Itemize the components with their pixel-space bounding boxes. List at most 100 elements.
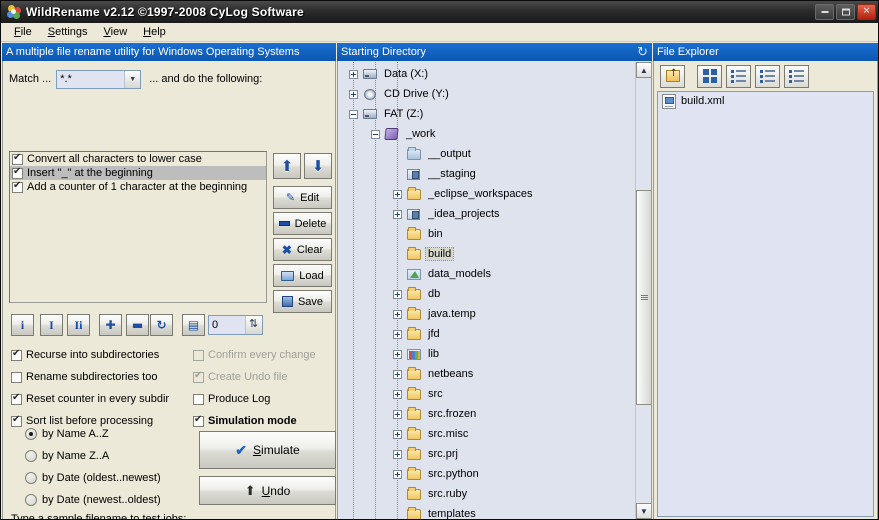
option-row[interactable]: Recurse into subdirectories <box>11 348 159 362</box>
option-checkbox[interactable] <box>193 394 204 405</box>
sort-radio[interactable] <box>25 428 37 440</box>
simulate-button[interactable]: ✔ Simulate <box>199 431 336 469</box>
tree-node[interactable]: build <box>393 244 453 264</box>
rule-row[interactable]: Add a counter of 1 character at the begi… <box>10 180 266 194</box>
expand-icon[interactable] <box>393 350 402 359</box>
rule-checkbox[interactable] <box>12 154 23 165</box>
rules-list[interactable]: Convert all characters to lower caseInse… <box>9 151 267 303</box>
rule-checkbox[interactable] <box>12 182 23 193</box>
expand-icon[interactable] <box>393 190 402 199</box>
tree-node[interactable]: src.ruby <box>393 484 469 504</box>
tree-node[interactable]: lib <box>393 344 441 364</box>
maximize-button[interactable] <box>836 4 855 20</box>
option-checkbox[interactable] <box>11 372 22 383</box>
stepper-arrows-icon[interactable] <box>245 316 262 334</box>
tree-node[interactable]: src.python <box>393 464 481 484</box>
close-button[interactable]: ✕ <box>857 4 876 20</box>
collapse-icon[interactable] <box>349 110 358 119</box>
sort-radio[interactable] <box>25 450 37 462</box>
tree-node[interactable]: __output <box>393 144 473 164</box>
tool-mixedcase-button[interactable]: Ii <box>67 314 90 336</box>
move-rule-down-button[interactable]: ⬇ <box>304 153 332 179</box>
tree-node[interactable]: CD Drive (Y:) <box>349 84 451 104</box>
option-row[interactable]: Produce Log <box>193 392 270 406</box>
tree-node[interactable]: _idea_projects <box>393 204 502 224</box>
tool-list-button[interactable]: ▤ <box>182 314 205 336</box>
tree-node[interactable]: netbeans <box>393 364 475 384</box>
match-combo[interactable]: *.* ▼ <box>56 70 141 89</box>
scroll-thumb[interactable] <box>636 190 652 405</box>
sort-option[interactable]: by Date (oldest..newest) <box>25 470 161 485</box>
menu-item-help[interactable]: Help <box>135 24 174 40</box>
tree-node[interactable]: __staging <box>393 164 478 184</box>
undo-button[interactable]: ⬆ Undo <box>199 476 336 505</box>
scroll-down-button[interactable]: ▼ <box>636 503 652 519</box>
view-list-button[interactable] <box>755 65 780 88</box>
scroll-up-button[interactable]: ▲ <box>636 62 652 78</box>
expand-icon[interactable] <box>349 90 358 99</box>
tree-node[interactable]: templates <box>393 504 478 519</box>
edit-button[interactable]: ✎ Edit <box>273 186 332 209</box>
expand-icon[interactable] <box>393 310 402 319</box>
expand-icon[interactable] <box>393 450 402 459</box>
menu-item-file[interactable]: File <box>6 24 40 40</box>
clear-button[interactable]: ✖ Clear <box>273 238 332 261</box>
expand-icon[interactable] <box>393 330 402 339</box>
sort-radio[interactable] <box>25 494 37 506</box>
expand-icon[interactable] <box>393 370 402 379</box>
view-small-icons-button[interactable] <box>726 65 751 88</box>
option-row[interactable]: Simulation mode <box>193 414 297 428</box>
tree-scrollbar[interactable]: ▲ ▼ <box>635 62 651 519</box>
tree-node[interactable]: Data (X:) <box>349 64 430 84</box>
file-list-item[interactable]: build.xml <box>658 92 873 110</box>
load-button[interactable]: Load <box>273 264 332 287</box>
view-large-icons-button[interactable] <box>697 65 722 88</box>
delete-button[interactable]: Delete <box>273 212 332 235</box>
expand-icon[interactable] <box>393 290 402 299</box>
counter-stepper[interactable]: 0 <box>208 315 263 335</box>
directory-tree[interactable]: Data (X:)CD Drive (Y:)FAT (Z:)_work__out… <box>339 62 634 519</box>
rule-row[interactable]: Insert "_" at the beginning <box>10 166 266 180</box>
tree-node[interactable]: _eclipse_workspaces <box>393 184 535 204</box>
rule-row[interactable]: Convert all characters to lower case <box>10 152 266 166</box>
option-checkbox[interactable] <box>11 394 22 405</box>
tree-node[interactable]: src.prj <box>393 444 460 464</box>
file-list[interactable]: build.xml <box>657 91 874 517</box>
tree-node[interactable]: FAT (Z:) <box>349 104 425 124</box>
tree-node[interactable]: _work <box>371 124 437 144</box>
option-checkbox[interactable] <box>193 416 204 427</box>
sort-option[interactable]: by Name Z..A <box>25 448 109 463</box>
expand-icon[interactable] <box>393 390 402 399</box>
option-checkbox[interactable] <box>11 350 22 361</box>
option-row[interactable]: Rename subdirectories too <box>11 370 157 384</box>
up-folder-button[interactable] <box>660 65 685 88</box>
tree-node[interactable]: jfd <box>393 324 442 344</box>
option-row[interactable]: Reset counter in every subdir <box>11 392 169 406</box>
expand-icon[interactable] <box>393 430 402 439</box>
tree-node[interactable]: java.temp <box>393 304 478 324</box>
menu-item-view[interactable]: View <box>96 24 136 40</box>
expand-icon[interactable] <box>393 410 402 419</box>
tree-node[interactable]: src.misc <box>393 424 470 444</box>
chevron-down-icon[interactable]: ▼ <box>124 71 140 88</box>
expand-icon[interactable] <box>393 470 402 479</box>
tool-replace-button[interactable]: ↻ <box>150 314 173 336</box>
tool-uppercase-button[interactable]: I <box>40 314 63 336</box>
tree-node[interactable]: src <box>393 384 445 404</box>
sort-option[interactable]: by Date (newest..oldest) <box>25 492 161 507</box>
tree-node[interactable]: data_models <box>393 264 493 284</box>
expand-icon[interactable] <box>393 210 402 219</box>
expand-icon[interactable] <box>349 70 358 79</box>
tree-node[interactable]: db <box>393 284 442 304</box>
minimize-button[interactable] <box>815 4 834 20</box>
tool-remove-button[interactable]: ▬ <box>126 314 149 336</box>
sort-option[interactable]: by Name A..Z <box>25 426 109 441</box>
sort-radio[interactable] <box>25 472 37 484</box>
move-rule-up-button[interactable]: ⬆ <box>273 153 301 179</box>
view-details-button[interactable] <box>784 65 809 88</box>
tool-lowercase-button[interactable]: i <box>11 314 34 336</box>
collapse-icon[interactable] <box>371 130 380 139</box>
refresh-icon[interactable]: ↻ <box>637 45 648 60</box>
save-button[interactable]: Save <box>273 290 332 313</box>
tree-node[interactable]: bin <box>393 224 445 244</box>
